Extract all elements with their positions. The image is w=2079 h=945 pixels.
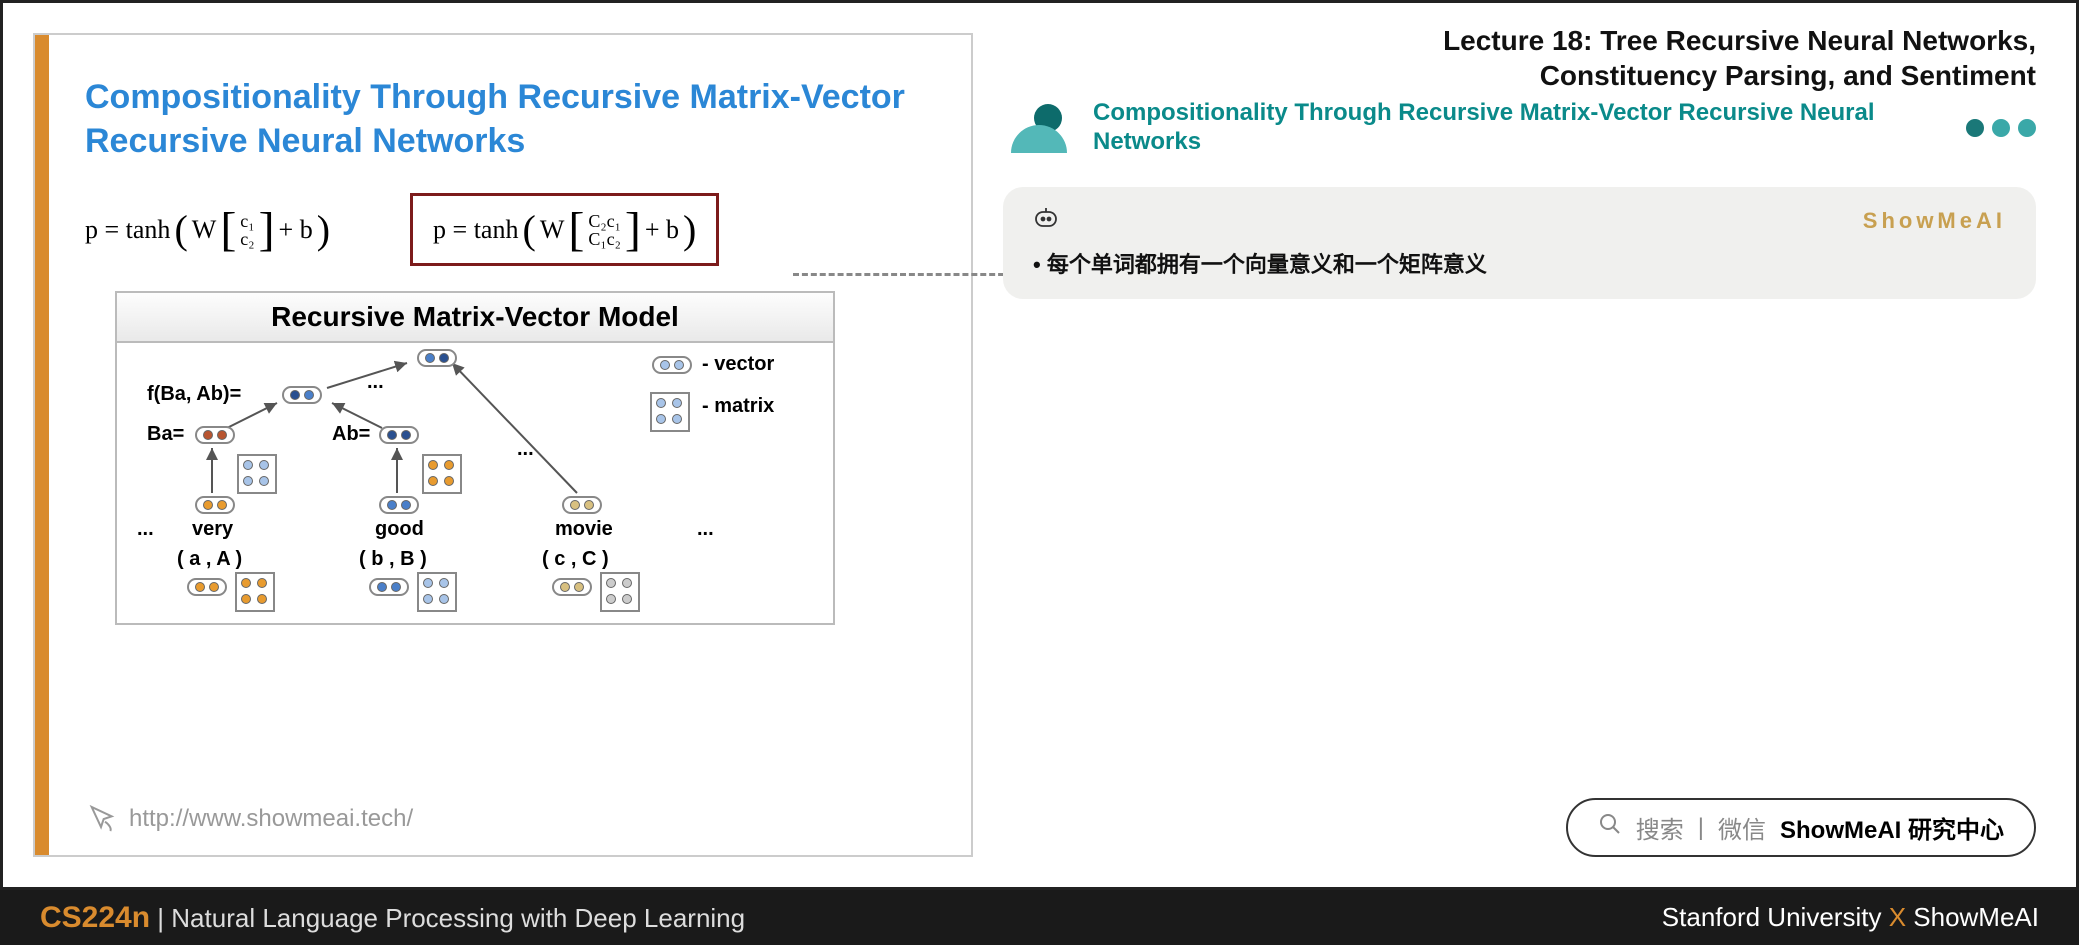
x-separator: X (1889, 902, 1906, 932)
formula-text: p = tanh (433, 215, 518, 245)
word-very: very (192, 518, 233, 541)
legend-vector: - vector (702, 353, 774, 376)
diagram-title: Recursive Matrix-Vector Model (117, 293, 833, 343)
right-panel: Lecture 18: Tree Recursive Neural Networ… (973, 3, 2076, 887)
note-box: ShowMeAI • 每个单词都拥有一个向量意义和一个矩阵意义 (1003, 187, 2036, 299)
vector-icon (282, 386, 322, 404)
slide-title: Compositionality Through Recursive Matri… (85, 75, 941, 163)
stanford-label: Stanford University (1662, 902, 1882, 932)
pair-a: ( a , A ) (177, 548, 242, 571)
formula-basic: p = tanh ( W [ c₁ c₂ ] + b ) (85, 206, 330, 253)
footer-url[interactable]: http://www.showmeai.tech/ (129, 805, 413, 833)
matrix-icon (422, 454, 462, 494)
decorative-dots (1966, 119, 2036, 137)
wechat-label: 微信 (1718, 810, 1766, 845)
search-icon (1598, 812, 1622, 843)
formula-highlighted: p = tanh ( W [ C₂c₁ C₁c₂ ] + b ) (410, 193, 719, 266)
main-area: Compositionality Through Recursive Matri… (0, 0, 2079, 890)
section-decoration-icon (1003, 103, 1083, 153)
formula-text: + b (645, 215, 679, 245)
formula-text: c₂ (240, 230, 254, 248)
bottom-bar: CS224n | Natural Language Processing wit… (0, 890, 2079, 945)
course-name: Natural Language Processing with Deep Le… (171, 903, 745, 933)
formula-text: C₁c₂ (588, 230, 621, 248)
formula-text: + b (279, 215, 313, 245)
section-row: Compositionality Through Recursive Matri… (1003, 99, 2036, 157)
label-Ab: Ab= (332, 423, 370, 446)
formula-text: W (540, 215, 565, 245)
matrix-icon (417, 572, 457, 612)
attribution: Stanford University X ShowMeAI (1662, 902, 2039, 933)
vector-icon (195, 496, 235, 514)
formula-text: C₂c₁ (588, 212, 621, 230)
note-text: 每个单词都拥有一个向量意义和一个矩阵意义 (1047, 252, 1487, 277)
label-Ba: Ba= (147, 423, 184, 446)
diagram-body: ... f(Ba, Ab)= Ba= Ab= (117, 343, 833, 623)
robot-icon (1033, 207, 1059, 235)
word-good: good (375, 518, 424, 541)
matrix-icon (650, 392, 690, 432)
search-pill[interactable]: 搜索 | 微信 ShowMeAI 研究中心 (1566, 798, 2036, 857)
slide-footer: http://www.showmeai.tech/ (85, 803, 413, 835)
vector-icon (195, 426, 235, 444)
vector-icon (562, 496, 602, 514)
vector-icon (379, 426, 419, 444)
slide-panel: Compositionality Through Recursive Matri… (33, 33, 973, 857)
lecture-title-line: Lecture 18: Tree Recursive Neural Networ… (1003, 23, 2036, 58)
label-fBaAb: f(Ba, Ab)= (147, 383, 241, 406)
vector-icon (652, 356, 692, 374)
lecture-title: Lecture 18: Tree Recursive Neural Networ… (1003, 23, 2036, 93)
search-center-label: ShowMeAI 研究中心 (1780, 810, 2004, 845)
note-bullet: • 每个单词都拥有一个向量意义和一个矩阵意义 (1033, 247, 2006, 279)
brand-label: ShowMeAI (1863, 208, 2006, 234)
pair-b: ( b , B ) (359, 548, 427, 571)
matrix-icon (237, 454, 277, 494)
vector-icon (417, 349, 457, 367)
formulas-row: p = tanh ( W [ c₁ c₂ ] + b ) p = tanh ( … (85, 193, 941, 266)
course-code: CS224n (40, 901, 150, 934)
formula-text: c₁ (240, 212, 254, 230)
ellipsis: ... (367, 371, 384, 394)
vector-icon (187, 578, 227, 596)
matrix-icon (235, 572, 275, 612)
lecture-title-line: Constituency Parsing, and Sentiment (1003, 58, 2036, 93)
diagram-box: Recursive Matrix-Vector Model (115, 291, 835, 625)
word-movie: movie (555, 518, 613, 541)
cursor-click-icon (85, 803, 117, 835)
search-label: 搜索 (1636, 810, 1684, 845)
ellipsis: ... (697, 518, 714, 541)
vector-icon (369, 578, 409, 596)
vector-icon (379, 496, 419, 514)
formula-text: W (192, 215, 217, 245)
section-title: Compositionality Through Recursive Matri… (1093, 99, 1956, 157)
pair-c: ( c , C ) (542, 548, 609, 571)
matrix-icon (600, 572, 640, 612)
legend-matrix: - matrix (702, 395, 774, 418)
ellipsis: ... (517, 438, 534, 461)
ellipsis: ... (137, 518, 154, 541)
showmeai-label: ShowMeAI (1913, 902, 2039, 932)
vector-icon (552, 578, 592, 596)
course-info: CS224n | Natural Language Processing wit… (40, 901, 745, 935)
formula-text: p = tanh (85, 215, 170, 245)
